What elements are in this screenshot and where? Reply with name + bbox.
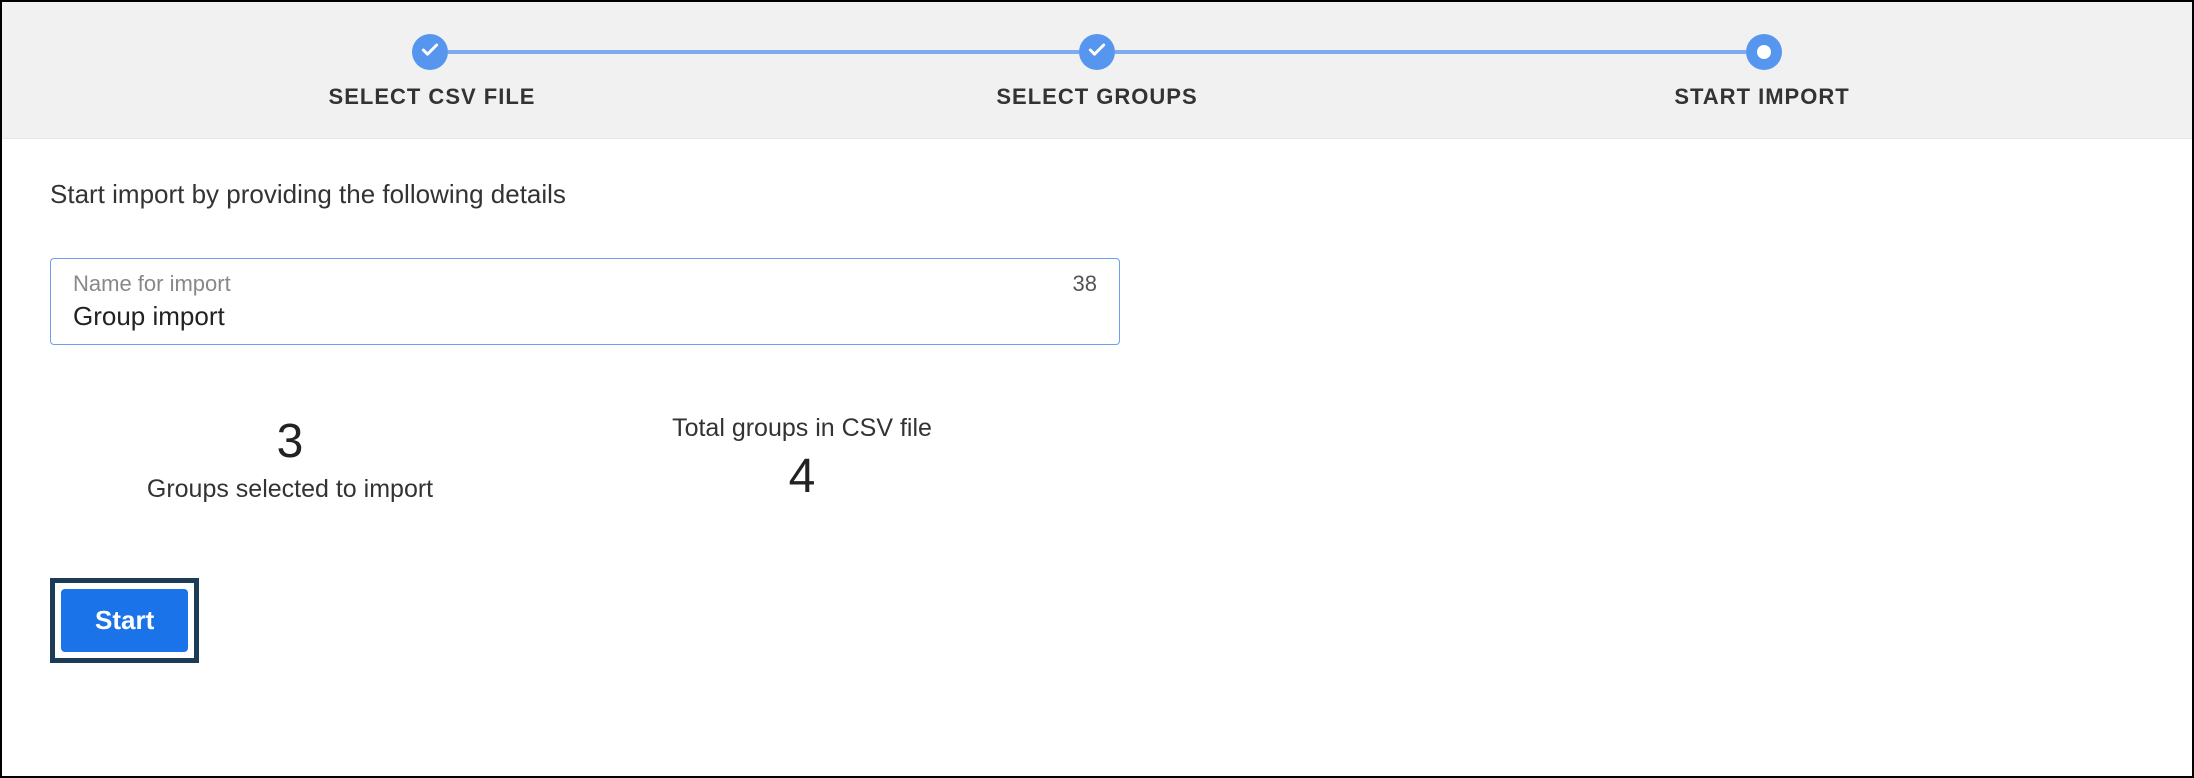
- import-name-counter: 38: [1073, 271, 1097, 297]
- stepper: SELECT CSV FILE SELECT GROUPS START IMPO…: [2, 2, 2192, 139]
- card-total-groups: Total groups in CSV file 4: [532, 381, 1042, 536]
- step-line: [448, 50, 1079, 54]
- card-groups-selected: 3 Groups selected to import: [50, 381, 560, 536]
- step-node-select-groups[interactable]: [1079, 34, 1115, 70]
- step-node-select-csv[interactable]: [412, 34, 448, 70]
- import-name-input[interactable]: [73, 301, 995, 332]
- content-area: Start import by providing the following …: [2, 139, 2192, 703]
- step-label-select-csv: SELECT CSV FILE: [302, 84, 562, 110]
- intro-text: Start import by providing the following …: [50, 179, 2144, 210]
- step-node-start-import[interactable]: [1746, 34, 1782, 70]
- card-total-groups-label: Total groups in CSV file: [672, 414, 932, 443]
- summary-cards: 3 Groups selected to import Total groups…: [50, 381, 2144, 536]
- card-groups-selected-label: Groups selected to import: [147, 475, 433, 504]
- import-name-field[interactable]: Name for import 38: [50, 258, 1120, 345]
- start-button-highlight: Start: [50, 578, 199, 663]
- stepper-row: [42, 34, 2152, 70]
- check-icon: [1087, 40, 1107, 65]
- step-label-start-import: START IMPORT: [1632, 84, 1892, 110]
- stepper-labels: SELECT CSV FILE SELECT GROUPS START IMPO…: [42, 84, 2152, 110]
- step-line: [1115, 50, 1746, 54]
- step-label-select-groups: SELECT GROUPS: [967, 84, 1227, 110]
- start-button[interactable]: Start: [61, 589, 188, 652]
- check-icon: [420, 40, 440, 65]
- import-wizard-frame: SELECT CSV FILE SELECT GROUPS START IMPO…: [0, 0, 2194, 778]
- card-total-groups-value: 4: [789, 449, 816, 504]
- card-groups-selected-value: 3: [277, 414, 304, 469]
- import-name-label: Name for import: [73, 271, 1097, 297]
